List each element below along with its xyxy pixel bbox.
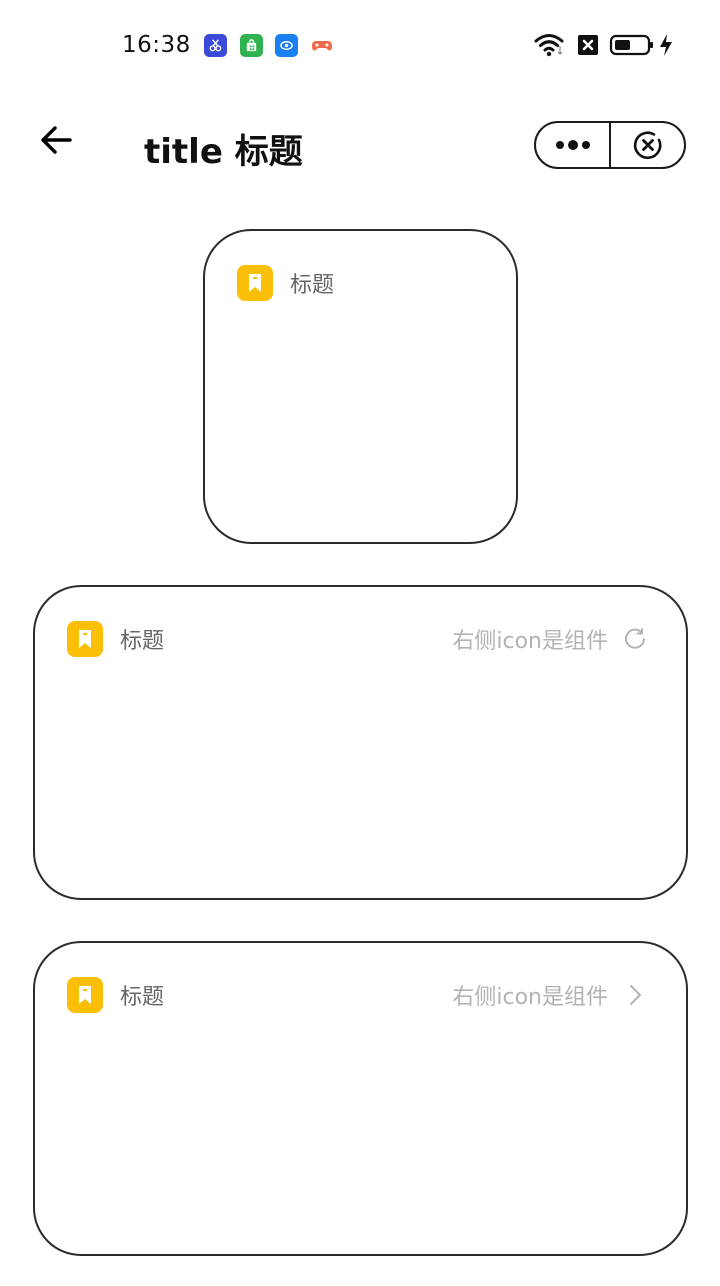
eye-app-icon <box>275 34 298 57</box>
more-dots-icon <box>555 140 590 150</box>
refresh-icon[interactable] <box>622 626 648 652</box>
charging-icon <box>658 32 674 58</box>
game-app-icon <box>310 34 333 57</box>
card-title: 标题 <box>290 273 335 298</box>
card-title: 标题 <box>120 985 165 1010</box>
sim-blocked-icon <box>575 32 601 58</box>
close-circle-icon <box>633 131 661 160</box>
card-header: 标题 <box>237 263 478 303</box>
battery-icon <box>609 32 655 58</box>
mini-program-capsule <box>534 121 686 169</box>
card-right-text: 右侧icon是组件 <box>452 985 608 1010</box>
close-button[interactable] <box>611 123 684 167</box>
chevron-right-icon[interactable] <box>622 982 648 1008</box>
back-button[interactable] <box>34 118 78 162</box>
card-header: 标题 右侧icon是组件 <box>67 975 648 1015</box>
wifi-icon <box>534 32 564 58</box>
screen: 16:38 title 标题 标题 标题 右侧icon是组件 标题 右侧icon… <box>0 0 720 1286</box>
page-title: title 标题 <box>144 132 303 172</box>
card-right-text: 右侧icon是组件 <box>452 629 608 654</box>
widget-card-refresh[interactable]: 标题 右侧icon是组件 <box>33 585 688 900</box>
card-title: 标题 <box>120 629 165 654</box>
more-button[interactable] <box>536 123 609 167</box>
card-header: 标题 右侧icon是组件 <box>67 619 648 659</box>
widget-card-small[interactable]: 标题 <box>203 229 518 544</box>
store-app-icon <box>240 34 263 57</box>
status-time: 16:38 <box>122 32 191 58</box>
arrow-left-icon <box>41 126 72 154</box>
bookmark-icon <box>67 977 103 1013</box>
widget-card-link[interactable]: 标题 右侧icon是组件 <box>33 941 688 1256</box>
bookmark-icon <box>67 621 103 657</box>
scissors-app-icon <box>204 34 227 57</box>
bookmark-icon <box>237 265 273 301</box>
